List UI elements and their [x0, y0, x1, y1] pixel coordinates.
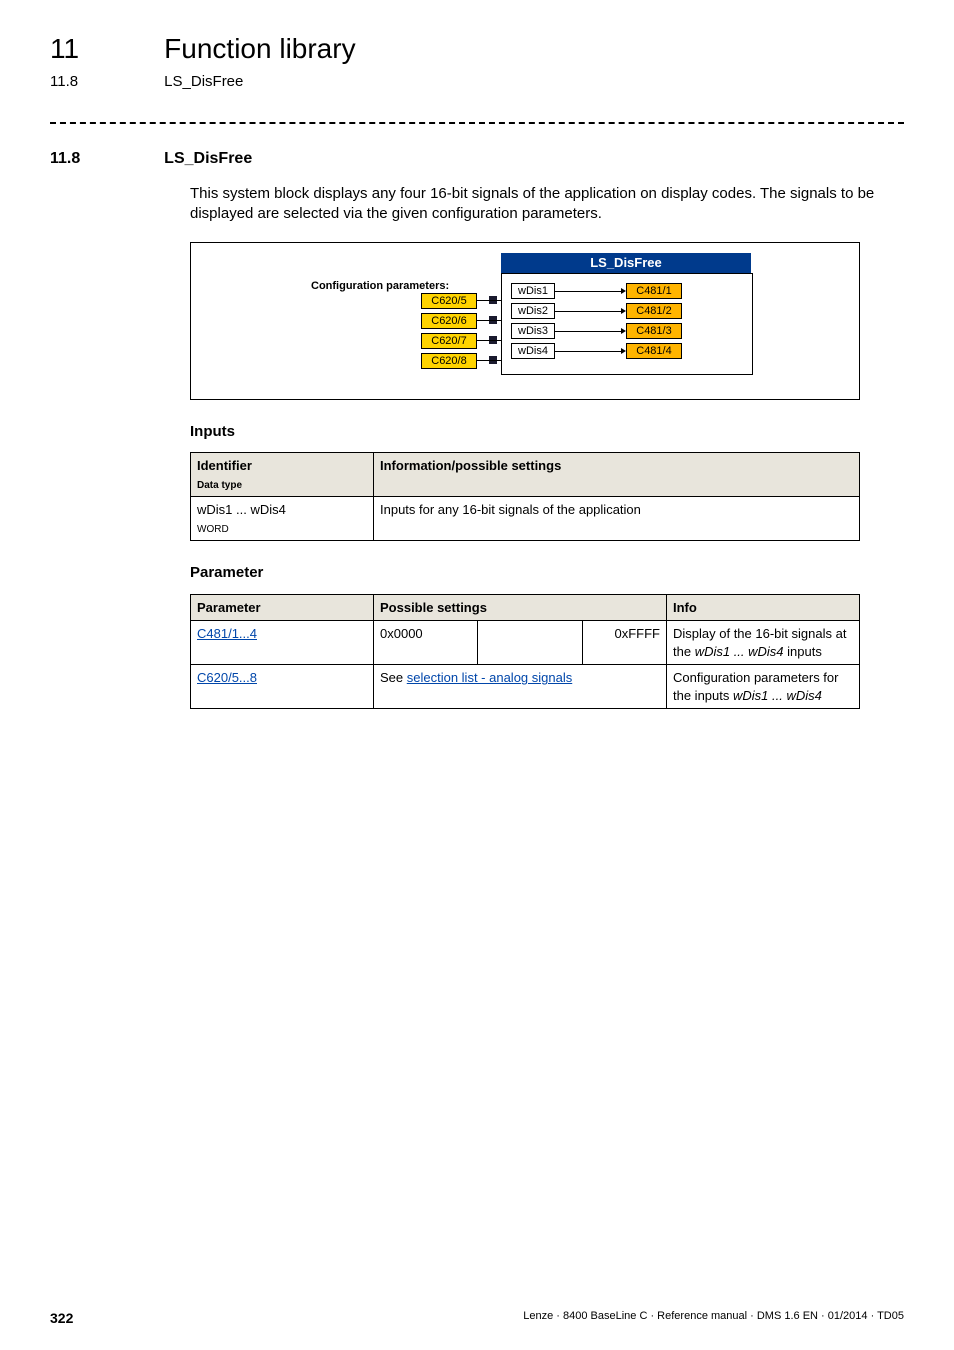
- table-row: C620/5...8 See selection list - analog s…: [191, 665, 860, 709]
- cell-min: 0x0000: [374, 621, 478, 665]
- inputs-table: Identifier Information/possible settings…: [190, 452, 860, 541]
- cell-max: 0xFFFF: [582, 621, 666, 665]
- header-section-name: LS_DisFree: [164, 72, 243, 92]
- cell-desc: Inputs for any 16-bit signals of the app…: [374, 497, 860, 541]
- link-selection-list[interactable]: selection list - analog signals: [407, 670, 572, 685]
- section-number: 11.8: [50, 148, 160, 170]
- col-settings: Possible settings: [374, 594, 667, 621]
- divider-dashed: [50, 122, 904, 124]
- cell-settings: See selection list - analog signals: [374, 665, 667, 709]
- port-wdis1: wDis1: [511, 283, 555, 299]
- parameter-heading: Parameter: [190, 563, 904, 583]
- table-row: Parameter Possible settings Info: [191, 594, 860, 621]
- table-row: wDis1 ... wDis4 Inputs for any 16-bit si…: [191, 497, 860, 519]
- section-title: LS_DisFree: [164, 148, 252, 170]
- table-row: Identifier Information/possible settings: [191, 453, 860, 475]
- col-parameter: Parameter: [191, 594, 374, 621]
- header-section-number: 11.8: [50, 72, 160, 92]
- display-code-4: C481/4: [626, 343, 682, 359]
- display-code-1: C481/1: [626, 283, 682, 299]
- port-wdis3: wDis3: [511, 323, 555, 339]
- section-intro: This system block displays any four 16-b…: [190, 184, 904, 225]
- cell-info: Configuration parameters for the inputs …: [667, 665, 860, 709]
- cell-parameter: C481/1...4: [191, 621, 374, 665]
- footer-meta: Lenze · 8400 BaseLine C · Reference manu…: [523, 1309, 904, 1324]
- page-number: 322: [50, 1310, 73, 1326]
- col-info: Info: [667, 594, 860, 621]
- display-code-3: C481/3: [626, 323, 682, 339]
- link-c481[interactable]: C481/1...4: [197, 626, 257, 641]
- display-code-2: C481/2: [626, 303, 682, 319]
- cell-info: Display of the 16-bit signals at the wDi…: [667, 621, 860, 665]
- col-identifier: Identifier: [191, 453, 374, 475]
- page-footer: 322 Lenze · 8400 BaseLine C · Reference …: [50, 1309, 904, 1328]
- diagram-titlebar: LS_DisFree: [501, 253, 751, 273]
- port-wdis4: wDis4: [511, 343, 555, 359]
- config-code-1: C620/5: [421, 293, 477, 309]
- diagram-config-label: Configuration parameters:: [311, 279, 449, 294]
- chapter-title: Function library: [164, 30, 355, 68]
- link-c620[interactable]: C620/5...8: [197, 670, 257, 685]
- config-code-2: C620/6: [421, 313, 477, 329]
- parameter-table: Parameter Possible settings Info C481/1.…: [190, 594, 860, 710]
- chapter-number: 11: [50, 30, 160, 68]
- block-diagram: LS_DisFree Configuration parameters: C62…: [190, 242, 860, 400]
- port-wdis2: wDis2: [511, 303, 555, 319]
- cell-datatype: WORD: [191, 519, 374, 541]
- config-code-4: C620/8: [421, 353, 477, 369]
- inputs-heading: Inputs: [190, 422, 904, 442]
- config-code-3: C620/7: [421, 333, 477, 349]
- col-info: Information/possible settings: [374, 453, 860, 497]
- cell-identifier: wDis1 ... wDis4: [191, 497, 374, 519]
- col-datatype: Data type: [191, 475, 374, 497]
- cell-mid: [478, 621, 582, 665]
- table-row: C481/1...4 0x0000 0xFFFF Display of the …: [191, 621, 860, 665]
- cell-parameter: C620/5...8: [191, 665, 374, 709]
